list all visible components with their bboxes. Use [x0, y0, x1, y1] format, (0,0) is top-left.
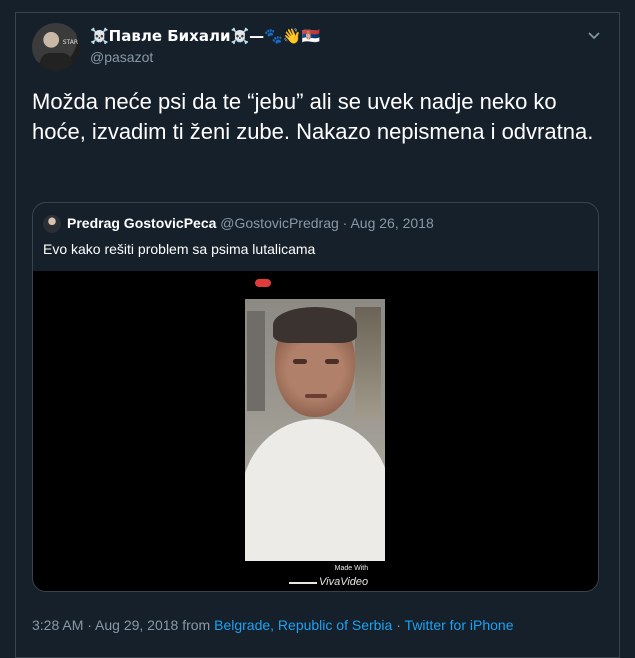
video-watermark: Made With VivaVideo — [289, 565, 369, 590]
footer-separator: · — [392, 617, 405, 633]
video-frame — [245, 299, 385, 561]
quoted-meta: @GostovicPredrag · Aug 26, 2018 — [220, 215, 434, 231]
watermark-made: Made With — [334, 565, 369, 572]
quoted-name: Predrag GostovicPeca — [67, 215, 217, 231]
tweet-time[interactable]: 3:28 AM · Aug 29, 2018 from — [32, 617, 214, 633]
video-person-hair — [273, 307, 357, 343]
avatar-caption: STAR — [62, 39, 78, 46]
quoted-tweet[interactable]: Predrag GostovicPeca @GostovicPredrag · … — [32, 202, 599, 592]
video-shelf — [247, 311, 265, 411]
tweet-footer: 3:28 AM · Aug 29, 2018 from Belgrade, Re… — [32, 617, 513, 633]
location-link[interactable]: Belgrade, Republic of Serbia — [214, 617, 392, 633]
author-avatar[interactable]: STAR — [32, 23, 80, 71]
video-window — [355, 307, 381, 417]
watermark-brand: VivaVideo — [319, 576, 369, 588]
quoted-header: Predrag GostovicPeca @GostovicPredrag · … — [67, 215, 434, 231]
video-person-eye-left — [293, 359, 307, 364]
quoted-video[interactable]: Made With VivaVideo — [33, 271, 598, 591]
author-handle[interactable]: @pasazot — [90, 49, 153, 65]
watermark-line — [289, 582, 317, 584]
quoted-avatar — [43, 215, 61, 233]
record-indicator — [255, 279, 271, 287]
tweet-text: Možda neće psi da te “jebu” ali se uvek … — [32, 89, 594, 144]
source-link[interactable]: Twitter for iPhone — [405, 617, 514, 633]
author-display-name[interactable]: ☠️Павле Бихали☠️—🐾👋🇷🇸 — [90, 27, 320, 45]
tweet-card: STAR ☠️Павле Бихали☠️—🐾👋🇷🇸 @pasazot Možd… — [15, 12, 620, 658]
video-person-eye-right — [325, 359, 339, 364]
chevron-down-icon[interactable] — [587, 29, 601, 43]
video-person-body — [245, 419, 385, 561]
video-person-mouth — [305, 394, 327, 398]
avatar-shirt — [40, 53, 72, 71]
quoted-text: Evo kako rešiti problem sa psima lutalic… — [43, 241, 316, 257]
